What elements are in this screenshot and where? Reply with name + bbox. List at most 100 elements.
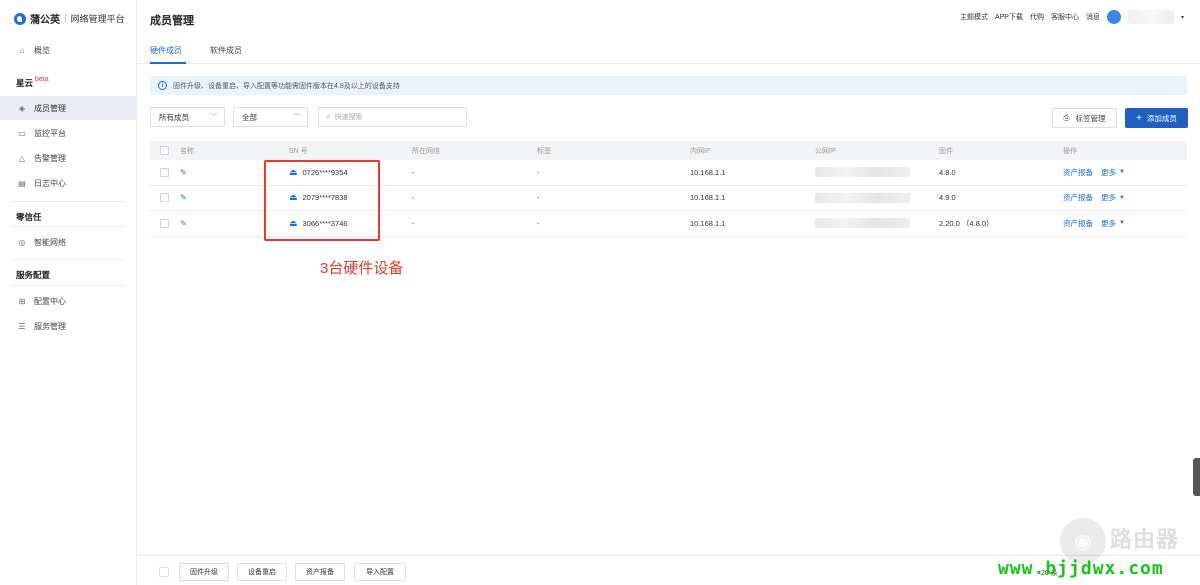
sidebar-item-label: 成员管理	[34, 103, 66, 113]
search-icon: ⌕	[326, 112, 331, 121]
sidebar-item-label: 服务管理	[34, 321, 66, 331]
more-menu[interactable]: 更多	[1101, 167, 1116, 178]
select-all-checkbox[interactable]	[160, 141, 169, 160]
asset-report-link[interactable]: 资产报备	[1063, 167, 1093, 178]
tabs-bar: 硬件成员 软件成员	[137, 38, 1200, 64]
edit-name-icon[interactable]: ✎	[180, 160, 187, 185]
annotation-label: 3台硬件设备	[320, 260, 404, 277]
tab-hardware[interactable]: 硬件成员	[150, 45, 182, 56]
caret-down-icon[interactable]: ▼	[1119, 195, 1125, 201]
table-header: 名称 SN 号 所在网络 标签 内网IP 公网IP 固件 操作	[150, 141, 1187, 160]
home-icon: ⌂	[19, 45, 25, 55]
notice-banner: i 固件升级、设备重启、导入配置等功能需固件版本在4.8及以上的设备支持	[150, 76, 1187, 95]
select-value: 全部	[242, 112, 257, 122]
lan-ip-value: 10.168.1.1	[690, 193, 726, 203]
support-center-link[interactable]: 客服中心	[1051, 12, 1079, 22]
group-label: 零信任	[16, 212, 42, 222]
lan-ip-value: 10.168.1.1	[690, 218, 726, 228]
asset-report-button[interactable]: 资产报备	[295, 563, 345, 581]
side-panel-handle[interactable]	[1193, 458, 1200, 496]
col-name: 名称	[180, 147, 194, 155]
button-label: 标签管理	[1075, 113, 1106, 123]
search-input[interactable]: ⌕ 快速搜索	[318, 107, 467, 127]
info-icon: i	[158, 81, 167, 90]
search-placeholder: 快速搜索	[334, 114, 363, 121]
edit-name-icon[interactable]: ✎	[180, 186, 187, 211]
sidebar-item-smartnet[interactable]: ◎ 智能网络	[0, 230, 136, 254]
chevron-down-icon: ﹀	[210, 114, 217, 121]
avatar[interactable]	[1106, 10, 1121, 24]
top-links: 主题模式 APP下载 代购 客服中心 消息 ▾	[960, 10, 1184, 24]
annotation-highlight-box	[264, 160, 380, 241]
asset-report-link[interactable]: 资产报备	[1063, 192, 1093, 203]
import-config-button[interactable]: 导入配置	[354, 563, 406, 581]
sidebar-item-alarm[interactable]: △ 告警管理	[0, 146, 136, 170]
col-network: 所在网络	[412, 147, 440, 155]
theme-mode-link[interactable]: 主题模式	[960, 12, 988, 22]
network-value: -	[412, 218, 415, 228]
row-checkbox[interactable]	[160, 160, 169, 185]
caret-down-icon[interactable]: ▼	[1119, 169, 1125, 175]
wan-ip-redacted	[815, 186, 910, 211]
tag-icon: ⎙	[1063, 113, 1070, 122]
bulk-select-checkbox[interactable]	[159, 567, 169, 577]
group-label: 服务配置	[16, 270, 51, 280]
col-firmware: 固件	[939, 147, 953, 155]
asset-report-link[interactable]: 资产报备	[1063, 218, 1093, 229]
sidebar-item-logs[interactable]: ▤ 日志中心	[0, 171, 136, 195]
username-redacted[interactable]	[1127, 10, 1174, 24]
sidebar-item-label: 告警管理	[34, 153, 66, 163]
caret-down-icon[interactable]: ▼	[1119, 220, 1125, 226]
layers-icon: ◈	[18, 103, 26, 113]
brand[interactable]: 蒲公英 | 网络管理平台	[14, 11, 125, 26]
add-member-button[interactable]: + 添加成员	[1125, 108, 1188, 128]
sidebar-group-starcloud: 星云 beta	[16, 76, 49, 89]
caret-down-icon[interactable]: ▾	[1181, 14, 1184, 21]
sidebar-item-overview[interactable]: ⌂ 概览	[0, 38, 136, 62]
page-title: 成员管理	[150, 15, 194, 27]
beta-badge: beta	[35, 76, 49, 83]
button-label: 添加成员	[1146, 113, 1177, 123]
watermark-title: 路由器	[1110, 527, 1180, 552]
globe-icon: ◎	[18, 237, 26, 247]
col-tag: 标签	[537, 147, 551, 155]
chevron-down-icon: ﹀	[293, 114, 300, 121]
brand-logo-icon	[14, 12, 26, 25]
purchase-link[interactable]: 代购	[1030, 12, 1044, 22]
sidebar-item-label: 日志中心	[34, 178, 66, 188]
sidebar-item-config[interactable]: ⊞ 配置中心	[0, 289, 136, 313]
sidebar-item-monitor[interactable]: ▭ 监控平台	[0, 121, 136, 145]
member-type-select[interactable]: 所有成员 ﹀	[150, 107, 225, 127]
tab-software[interactable]: 软件成员	[210, 45, 242, 56]
sidebar: 蒲公英 | 网络管理平台 ⌂ 概览 星云 beta ◈ 成员管理 ▭ 监控平台 △…	[0, 0, 137, 585]
tag-value: -	[537, 193, 540, 203]
scope-select[interactable]: 全部 ﹀	[233, 107, 308, 127]
edit-name-icon[interactable]: ✎	[180, 211, 187, 236]
sidebar-group-zerotrust: 零信任	[16, 211, 42, 223]
group-label: 星云	[16, 78, 34, 88]
sidebar-item-label: 概览	[34, 45, 50, 55]
firmware-value: 2.20.0 （4.8.0）	[939, 218, 994, 228]
firmware-value: 4.9.0	[939, 193, 956, 203]
messages-link[interactable]: 消息	[1086, 12, 1100, 22]
divider	[10, 285, 126, 286]
col-actions: 操作	[1063, 147, 1077, 155]
device-restart-button[interactable]: 设备重启	[237, 563, 287, 581]
row-checkbox[interactable]	[160, 186, 169, 211]
app-download-link[interactable]: APP下载	[995, 12, 1023, 22]
more-menu[interactable]: 更多	[1101, 218, 1116, 229]
plus-icon: +	[1136, 112, 1142, 124]
tag-manage-button[interactable]: ⎙ 标签管理	[1052, 108, 1117, 128]
document-icon: ▤	[18, 178, 26, 188]
tag-value: -	[537, 167, 540, 177]
sidebar-item-members[interactable]: ◈ 成员管理	[0, 96, 136, 120]
sidebar-item-label: 智能网络	[34, 237, 66, 247]
sidebar-item-services[interactable]: ☰ 服务管理	[0, 314, 136, 338]
more-menu[interactable]: 更多	[1101, 192, 1116, 203]
firmware-upgrade-button[interactable]: 固件升级	[179, 563, 229, 581]
sidebar-item-label: 监控平台	[34, 128, 66, 138]
brand-name: 蒲公英	[30, 15, 60, 26]
row-checkbox[interactable]	[160, 211, 169, 236]
sidebar-item-label: 配置中心	[34, 296, 66, 306]
lan-ip-value: 10.168.1.1	[690, 167, 726, 177]
